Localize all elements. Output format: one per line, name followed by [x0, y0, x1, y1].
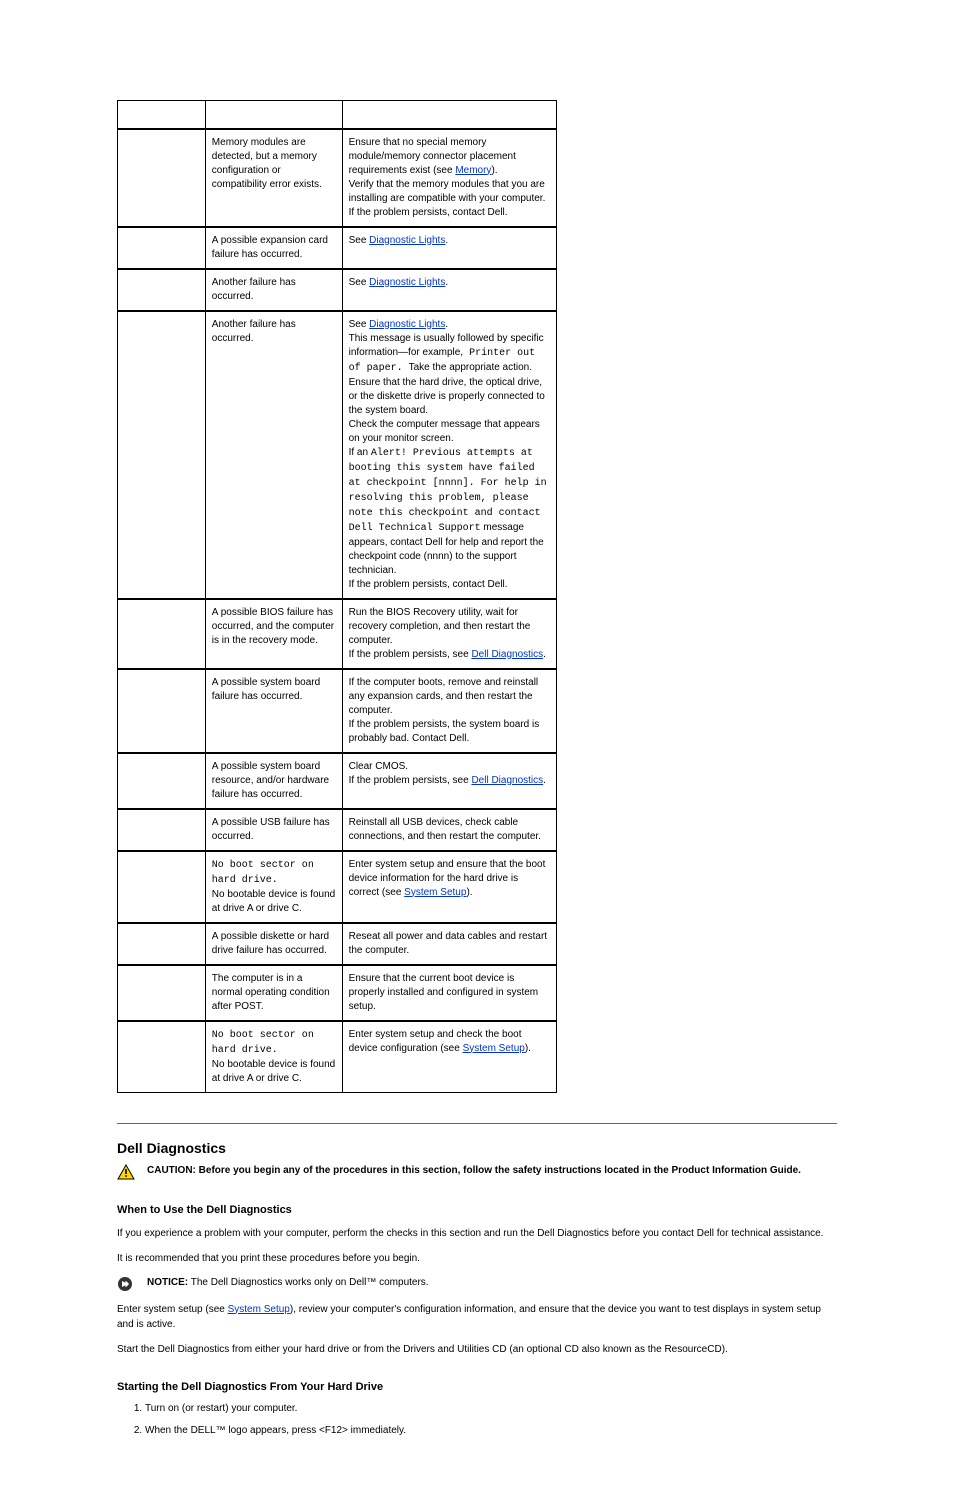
diagnostic-lights-table: Memory modules are detected, but a memor…	[117, 100, 557, 1093]
suggested-resolution: Reinstall all USB devices, check cable c…	[342, 809, 556, 851]
light-pattern	[118, 809, 206, 851]
light-pattern	[118, 753, 206, 809]
table-row: The computer is in a normal operating co…	[118, 965, 557, 1021]
problem-desc: Another failure has occurred.	[205, 269, 342, 311]
notice-callout: NOTICE: The Dell Diagnostics works only …	[117, 1276, 837, 1292]
table-row: Memory modules are detected, but a memor…	[118, 129, 557, 227]
when-body-2: It is recommended that you print these p…	[117, 1251, 837, 1266]
system-setup-link[interactable]: System Setup	[404, 887, 466, 898]
suggested-resolution: See Diagnostic Lights.	[342, 269, 556, 311]
table-row: No boot sector on hard drive. No bootabl…	[118, 1021, 557, 1093]
caution-label: CAUTION: Before you begin any of the pro…	[147, 1165, 801, 1176]
light-pattern	[118, 965, 206, 1021]
when-body-1: If you experience a problem with your co…	[117, 1226, 837, 1241]
problem-desc: No boot sector on hard drive. No bootabl…	[205, 1021, 342, 1093]
enter-setup-body: Enter system setup (see System Setup), r…	[117, 1302, 837, 1332]
problem-desc: A possible BIOS failure has occurred, an…	[205, 599, 342, 669]
table-row: No boot sector on hard drive. No bootabl…	[118, 851, 557, 923]
light-pattern	[118, 311, 206, 599]
when-to-use-heading: When to Use the Dell Diagnostics	[117, 1204, 837, 1216]
problem-desc: A possible diskette or hard drive failur…	[205, 923, 342, 965]
step-2: When the DELL™ logo appears, press <F12>…	[145, 1423, 837, 1439]
steps-list: Turn on (or restart) your computer. When…	[117, 1401, 837, 1439]
table-row: A possible expansion card failure has oc…	[118, 227, 557, 269]
problem-desc: A possible expansion card failure has oc…	[205, 227, 342, 269]
problem-desc: A possible USB failure has occurred.	[205, 809, 342, 851]
dell-diagnostics-link[interactable]: Dell Diagnostics	[471, 649, 543, 660]
suggested-resolution: Ensure that no special memory module/mem…	[342, 129, 556, 227]
suggested-resolution: If the computer boots, remove and reinst…	[342, 669, 556, 753]
suggested-resolution: Clear CMOS. If the problem persists, see…	[342, 753, 556, 809]
suggested-resolution: Reseat all power and data cables and res…	[342, 923, 556, 965]
suggested-resolution: Enter system setup and ensure that the b…	[342, 851, 556, 923]
light-pattern	[118, 227, 206, 269]
problem-desc: Another failure has occurred.	[205, 311, 342, 599]
suggested-resolution: Enter system setup and check the boot de…	[342, 1021, 556, 1093]
table-row: A possible system board failure has occu…	[118, 669, 557, 753]
notice-label: NOTICE:	[147, 1277, 188, 1288]
problem-desc: No boot sector on hard drive. No bootabl…	[205, 851, 342, 923]
memory-link[interactable]: Memory	[455, 165, 491, 176]
light-pattern	[118, 1021, 206, 1093]
problem-desc: A possible system board resource, and/or…	[205, 753, 342, 809]
starting-from-hd-heading: Starting the Dell Diagnostics From Your …	[117, 1381, 837, 1393]
notice-icon	[117, 1276, 139, 1292]
light-pattern	[118, 669, 206, 753]
dell-diagnostics-link[interactable]: Dell Diagnostics	[471, 775, 543, 786]
step-1: Turn on (or restart) your computer.	[145, 1401, 837, 1417]
problem-desc: Memory modules are detected, but a memor…	[205, 129, 342, 227]
table-row: Another failure has occurred. See Diagno…	[118, 311, 557, 599]
diagnostic-lights-link[interactable]: Diagnostic Lights	[369, 277, 445, 288]
light-pattern	[118, 129, 206, 227]
light-pattern	[118, 851, 206, 923]
table-row: A possible BIOS failure has occurred, an…	[118, 599, 557, 669]
start-diagnostics-body: Start the Dell Diagnostics from either y…	[117, 1342, 837, 1357]
table-row: Another failure has occurred. See Diagno…	[118, 269, 557, 311]
caution-callout: CAUTION: Before you begin any of the pro…	[117, 1164, 837, 1180]
suggested-resolution: Run the BIOS Recovery utility, wait for …	[342, 599, 556, 669]
diagnostic-lights-link[interactable]: Diagnostic Lights	[369, 319, 445, 330]
light-pattern	[118, 599, 206, 669]
suggested-resolution: Ensure that the current boot device is p…	[342, 965, 556, 1021]
problem-desc: A possible system board failure has occu…	[205, 669, 342, 753]
table-row: A possible system board resource, and/or…	[118, 753, 557, 809]
dell-diagnostics-heading: Dell Diagnostics	[117, 1123, 837, 1156]
table-row: A possible USB failure has occurred. Rei…	[118, 809, 557, 851]
suggested-resolution: See Diagnostic Lights. This message is u…	[342, 311, 556, 599]
table-row	[118, 101, 557, 129]
suggested-resolution: See Diagnostic Lights.	[342, 227, 556, 269]
problem-desc: The computer is in a normal operating co…	[205, 965, 342, 1021]
system-setup-link[interactable]: System Setup	[228, 1304, 290, 1315]
table-row: A possible diskette or hard drive failur…	[118, 923, 557, 965]
light-pattern	[118, 923, 206, 965]
light-pattern	[118, 269, 206, 311]
diagnostic-lights-link[interactable]: Diagnostic Lights	[369, 235, 445, 246]
caution-icon	[117, 1164, 139, 1180]
system-setup-link[interactable]: System Setup	[463, 1043, 525, 1054]
